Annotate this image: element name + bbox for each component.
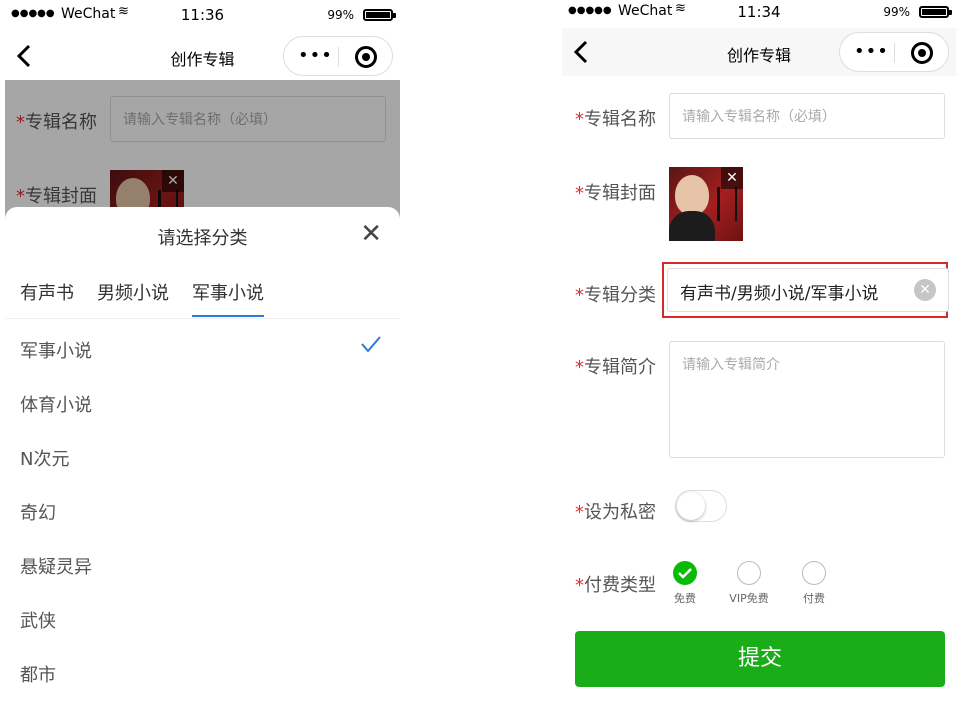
status-bar: ●●●●● WeChat ≋ 11:36 99% xyxy=(5,0,400,32)
option-urban[interactable]: 都市 xyxy=(20,661,56,687)
album-intro-placeholder: 请输入专辑简介 xyxy=(682,357,780,373)
close-icon[interactable]: ✕ xyxy=(360,219,382,249)
checkmark-icon xyxy=(361,336,381,353)
battery-percent: 99% xyxy=(883,5,910,19)
tab-military-novel[interactable]: 军事小说 xyxy=(192,279,264,317)
capsule-divider xyxy=(894,43,895,63)
category-sheet: 请选择分类 ✕ 有声书 男频小说 军事小说 军事小说 体育小说 N次元 奇幻 悬… xyxy=(5,207,400,725)
mini-program-capsule[interactable]: ••• xyxy=(283,36,393,76)
option-n-dimension[interactable]: N次元 xyxy=(20,445,69,471)
status-bar: ●●●●● WeChat ≋ 11:34 99% xyxy=(562,0,956,29)
radio-free[interactable] xyxy=(673,561,697,585)
album-intro-label: *专辑简介 xyxy=(575,357,656,378)
radio-free-label: 免费 xyxy=(674,592,696,605)
option-suspense[interactable]: 悬疑灵异 xyxy=(20,553,92,579)
album-cover-image[interactable]: ✕ xyxy=(669,167,743,241)
right-screen: ●●●●● WeChat ≋ 11:34 99% 创作专辑 ••• *专辑名称 … xyxy=(562,0,956,725)
nav-bar: 创作专辑 ••• xyxy=(5,32,400,80)
tab-male-novel[interactable]: 男频小说 xyxy=(97,279,169,305)
radio-paid-label: 付费 xyxy=(803,592,825,605)
album-name-input[interactable]: 请输入专辑名称（必填） xyxy=(669,93,945,139)
payment-type-label: *付费类型 xyxy=(575,575,656,596)
capsule-divider xyxy=(338,47,339,67)
close-mini-program-icon[interactable] xyxy=(355,46,377,68)
battery-icon xyxy=(919,6,952,18)
option-military-novel[interactable]: 军事小说 xyxy=(20,337,92,363)
close-mini-program-icon[interactable] xyxy=(911,42,933,64)
radio-paid[interactable] xyxy=(802,561,826,585)
album-name-label: *专辑名称 xyxy=(575,109,656,130)
album-name-placeholder: 请输入专辑名称（必填） xyxy=(682,109,836,125)
radio-vip-free[interactable] xyxy=(737,561,761,585)
clear-icon[interactable]: ✕ xyxy=(914,279,936,301)
album-category-label: *专辑分类 xyxy=(575,285,656,306)
album-intro-textarea[interactable]: 请输入专辑简介 xyxy=(669,341,945,458)
option-fantasy[interactable]: 奇幻 xyxy=(20,499,56,525)
submit-button[interactable]: 提交 xyxy=(575,631,945,687)
option-sports-novel[interactable]: 体育小说 xyxy=(20,391,92,417)
album-cover-label: *专辑封面 xyxy=(575,183,656,204)
battery-icon xyxy=(363,9,396,21)
private-toggle[interactable] xyxy=(675,490,727,522)
check-icon xyxy=(678,568,692,579)
more-icon[interactable]: ••• xyxy=(854,41,889,62)
category-tabs: 有声书 男频小说 军事小说 xyxy=(5,275,400,319)
album-category-field[interactable]: 有声书/男频小说/军事小说 ✕ xyxy=(667,268,949,312)
nav-bar: 创作专辑 ••• xyxy=(562,28,956,76)
album-category-value: 有声书/男频小说/军事小说 xyxy=(680,284,879,304)
battery-percent: 99% xyxy=(327,8,354,22)
private-label: *设为私密 xyxy=(575,502,656,523)
mini-program-capsule[interactable]: ••• xyxy=(839,32,949,72)
remove-cover-icon[interactable]: ✕ xyxy=(721,167,743,189)
sheet-title: 请选择分类 xyxy=(157,228,248,249)
toggle-knob xyxy=(677,492,705,520)
radio-vip-free-label: VIP免费 xyxy=(729,592,769,605)
more-icon[interactable]: ••• xyxy=(298,45,333,66)
left-screen: ●●●●● WeChat ≋ 11:36 99% 创作专辑 ••• *专辑名称 … xyxy=(5,0,400,725)
option-wuxia[interactable]: 武侠 xyxy=(20,607,56,633)
tab-audiobook[interactable]: 有声书 xyxy=(20,279,74,305)
